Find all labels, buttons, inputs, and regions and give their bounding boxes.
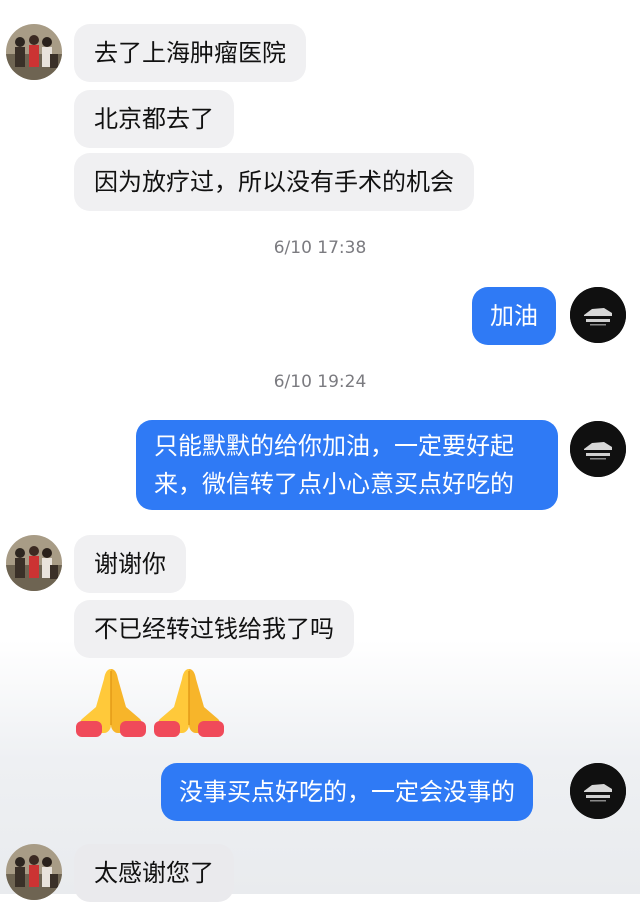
- group-photo-icon: [6, 844, 62, 900]
- group-photo-icon: [6, 24, 62, 80]
- message-text: 只能默默的给你加油，一定要好起 来，微信转了点小心意买点好吃的: [154, 427, 514, 503]
- group-photo-icon: [6, 535, 62, 591]
- self-avatar[interactable]: [570, 421, 626, 477]
- message-bubble-incoming[interactable]: 去了上海肿瘤医院: [74, 24, 306, 82]
- contact-avatar[interactable]: [6, 535, 62, 591]
- self-avatar[interactable]: [570, 287, 626, 343]
- self-avatar[interactable]: [570, 763, 626, 819]
- message-line: 来，微信转了点小心意买点好吃的: [154, 470, 514, 498]
- contact-avatar[interactable]: [6, 24, 62, 80]
- praying-hands-icon: [76, 669, 146, 737]
- message-text: 去了上海肿瘤医院: [94, 39, 286, 67]
- timestamp: 6/10 17:38: [273, 238, 367, 258]
- message-text: 没事买点好吃的，一定会没事的: [179, 778, 515, 806]
- message-bubble-incoming[interactable]: 太感谢您了: [74, 844, 234, 902]
- message-text: 北京都去了: [94, 105, 214, 133]
- message-text: 谢谢你: [94, 550, 166, 578]
- car-logo-icon: [570, 763, 626, 819]
- message-bubble-incoming[interactable]: 谢谢你: [74, 535, 186, 593]
- contact-avatar[interactable]: [6, 844, 62, 900]
- message-line: 只能默默的给你加油，一定要好起: [154, 432, 514, 460]
- message-bubble-incoming[interactable]: 因为放疗过，所以没有手术的机会: [74, 153, 474, 211]
- message-bubble-incoming[interactable]: 北京都去了: [74, 90, 234, 148]
- praying-hands-icon: [154, 669, 224, 737]
- car-logo-icon: [570, 287, 626, 343]
- message-text: 不已经转过钱给我了吗: [94, 615, 334, 643]
- car-logo-icon: [570, 421, 626, 477]
- message-bubble-outgoing[interactable]: 只能默默的给你加油，一定要好起 来，微信转了点小心意买点好吃的: [136, 420, 558, 510]
- message-bubble-outgoing[interactable]: 加油: [472, 287, 556, 345]
- timestamp: 6/10 19:24: [273, 372, 367, 392]
- message-bubble-outgoing[interactable]: 没事买点好吃的，一定会没事的: [161, 763, 533, 821]
- message-text: 太感谢您了: [94, 859, 214, 887]
- message-text: 加油: [490, 302, 538, 330]
- emoji-message[interactable]: [74, 663, 226, 739]
- message-text: 因为放疗过，所以没有手术的机会: [94, 168, 454, 196]
- message-bubble-incoming[interactable]: 不已经转过钱给我了吗: [74, 600, 354, 658]
